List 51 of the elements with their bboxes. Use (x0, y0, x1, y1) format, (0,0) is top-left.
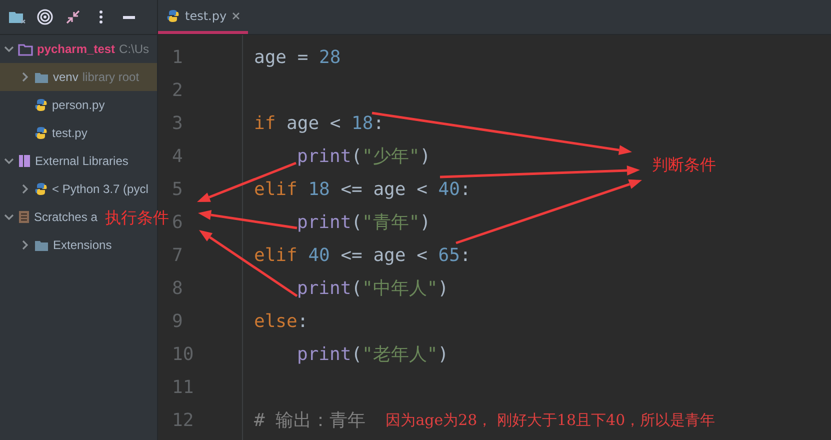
code-line: print("老年人") (297, 343, 449, 367)
collapse-icon[interactable] (64, 8, 82, 26)
code-comment: # 输出：青年 (254, 409, 366, 433)
chevron-right-icon[interactable] (20, 240, 30, 250)
tree-item[interactable]: Extensions (0, 231, 114, 259)
annotation-text: 因为age为28， 刚好大于18且下40，所以是青年 (386, 410, 716, 431)
chevron-right-icon[interactable] (20, 184, 30, 194)
line-number: 5 (172, 178, 183, 202)
code-line: elif 40 <= age < 65: (254, 244, 471, 268)
line-number: 9 (172, 310, 183, 334)
tree-item[interactable]: person.py (0, 91, 107, 119)
code-line: print("少年") (297, 145, 431, 169)
annotation-text: 判断条件 (652, 155, 716, 176)
code-line: age = 28 (254, 46, 341, 70)
line-number: 4 (172, 145, 183, 169)
close-icon[interactable] (232, 12, 240, 20)
python-icon (34, 182, 48, 196)
tree-item[interactable]: External Libraries (0, 147, 130, 175)
code-line: if age < 18: (254, 112, 384, 136)
line-number: 7 (172, 244, 183, 268)
tree-item[interactable]: test.py (0, 119, 90, 147)
line-number: 12 (172, 409, 194, 433)
library-icon (18, 154, 31, 168)
python-icon (166, 8, 180, 22)
chevron-down-icon[interactable] (4, 156, 14, 166)
tree-item[interactable]: Scratches a (0, 203, 100, 231)
chevron-right-icon[interactable] (20, 72, 30, 82)
line-number: 3 (172, 112, 183, 136)
tree-item[interactable]: pycharm_test C:\Us (0, 35, 152, 63)
code-line: print("中年人") (297, 277, 449, 301)
python-icon (34, 126, 48, 140)
tree-item[interactable]: venv library root (0, 63, 157, 91)
code-line: print("青年") (297, 211, 431, 235)
line-number: 11 (172, 376, 194, 400)
line-number: 1 (172, 46, 183, 70)
folder-icon (34, 238, 49, 252)
code-line: else: (254, 310, 308, 334)
line-number: 6 (172, 211, 183, 235)
target-icon[interactable] (36, 8, 54, 26)
line-number: 8 (172, 277, 183, 301)
scratch-file-icon (18, 210, 30, 224)
chevron-down-icon[interactable] (4, 212, 14, 222)
python-icon (34, 98, 48, 112)
line-number: 10 (172, 343, 194, 367)
code-line: elif 18 <= age < 40: (254, 178, 471, 202)
line-number: 2 (172, 79, 183, 103)
annotation-text: 执行条件 (105, 208, 169, 229)
tree-item[interactable]: < Python 3.7 (pycl (0, 175, 150, 203)
folder-icon (34, 70, 49, 84)
folder-icon (18, 42, 33, 56)
chevron-down-icon[interactable] (4, 44, 14, 54)
